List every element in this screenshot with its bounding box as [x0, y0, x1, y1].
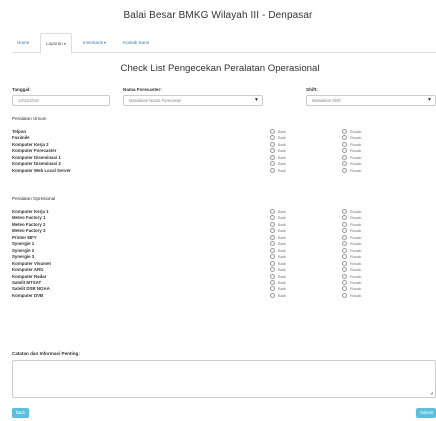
- radio-rusak[interactable]: [342, 141, 347, 147]
- radio-rusak[interactable]: [342, 161, 347, 167]
- back-button[interactable]: Back: [12, 408, 30, 418]
- equipment-name: Komputer DVB: [12, 292, 44, 298]
- radio-baik[interactable]: [270, 215, 275, 221]
- radio-baik[interactable]: [270, 135, 275, 141]
- nav-inventaris[interactable]: Inventaris▾: [78, 33, 111, 53]
- radio-baik[interactable]: [270, 228, 275, 234]
- forecaster-select[interactable]: Masukkan Nama Forecaster ▼: [123, 95, 263, 106]
- radio-rusak[interactable]: [342, 221, 347, 227]
- date-input[interactable]: 13/11/2018: [12, 95, 110, 106]
- radio-rusak[interactable]: [342, 228, 347, 234]
- caret-down-icon: ▾: [103, 40, 106, 45]
- notes-textarea[interactable]: ◢: [12, 360, 436, 398]
- radio-rusak[interactable]: [342, 129, 347, 134]
- section-title: Peralatan Opresional: [12, 196, 56, 201]
- radio-rusak[interactable]: [342, 154, 347, 160]
- radio-baik[interactable]: [270, 279, 275, 285]
- radio-baik[interactable]: [270, 241, 275, 247]
- equipment-name: Komputer Web Local Server: [12, 167, 71, 173]
- shift-label: Shift:: [306, 87, 318, 92]
- radio-rusak-label: Rusak: [350, 292, 362, 298]
- radio-baik[interactable]: [270, 254, 275, 260]
- radio-rusak[interactable]: [342, 273, 347, 279]
- radio-rusak[interactable]: [342, 267, 347, 273]
- radio-rusak[interactable]: [342, 260, 347, 266]
- radio-baik[interactable]: [270, 129, 275, 134]
- radio-rusak[interactable]: [342, 247, 347, 253]
- notes-label: Catatan dan Informasi Penting:: [12, 351, 80, 356]
- radio-baik[interactable]: [270, 267, 275, 273]
- radio-baik[interactable]: [270, 161, 275, 167]
- checklist-row: Komputer DVB Baik Rusak: [12, 292, 436, 299]
- radio-baik[interactable]: [270, 209, 275, 214]
- radio-baik-label: Baik: [278, 167, 286, 173]
- radio-rusak-label: Rusak: [350, 167, 362, 173]
- radio-baik[interactable]: [270, 154, 275, 160]
- radio-rusak[interactable]: [342, 167, 347, 173]
- forecaster-label: Nama Forecaster:: [123, 87, 162, 92]
- radio-baik[interactable]: [270, 260, 275, 266]
- checklist-row: Komputer Web Local Server Baik Rusak: [12, 167, 436, 174]
- main-nav: Home Laporan▾ Inventaris▾ Kontak Kami: [12, 33, 436, 54]
- nav-kontak[interactable]: Kontak Kami: [118, 33, 154, 53]
- resize-grip-icon[interactable]: ◢: [430, 391, 433, 395]
- radio-rusak[interactable]: [342, 292, 347, 298]
- radio-baik[interactable]: [270, 148, 275, 154]
- radio-baik[interactable]: [270, 247, 275, 253]
- page-title: Check List Pengecekan Peralatan Operasio…: [120, 63, 320, 74]
- radio-baik[interactable]: [270, 273, 275, 279]
- radio-rusak[interactable]: [342, 279, 347, 285]
- radio-baik[interactable]: [270, 292, 275, 298]
- radio-baik-label: Baik: [278, 292, 286, 298]
- radio-rusak[interactable]: [342, 241, 347, 247]
- date-label: Tanggal:: [12, 87, 31, 92]
- radio-baik[interactable]: [270, 234, 275, 240]
- radio-baik[interactable]: [270, 167, 275, 173]
- shift-select[interactable]: Masukkan Shift ▼: [306, 95, 436, 106]
- radio-baik[interactable]: [270, 141, 275, 147]
- radio-rusak[interactable]: [342, 148, 347, 154]
- section-title: Peralatan Umum: [12, 116, 47, 121]
- select-arrow-icon: ▼: [254, 97, 259, 103]
- radio-rusak[interactable]: [342, 135, 347, 141]
- nav-home[interactable]: Home: [12, 33, 34, 53]
- radio-baik[interactable]: [270, 221, 275, 227]
- nav-laporan[interactable]: Laporan▾: [40, 33, 72, 54]
- radio-rusak[interactable]: [342, 215, 347, 221]
- radio-rusak[interactable]: [342, 234, 347, 240]
- radio-rusak[interactable]: [342, 209, 347, 214]
- caret-down-icon: ▾: [63, 41, 66, 46]
- submit-button[interactable]: Submit: [416, 408, 436, 418]
- radio-baik[interactable]: [270, 286, 275, 292]
- radio-rusak[interactable]: [342, 286, 347, 292]
- select-arrow-icon: ▼: [427, 97, 432, 103]
- site-title: Balai Besar BMKG Wilayah III - Denpasar: [123, 10, 313, 21]
- radio-rusak[interactable]: [342, 254, 347, 260]
